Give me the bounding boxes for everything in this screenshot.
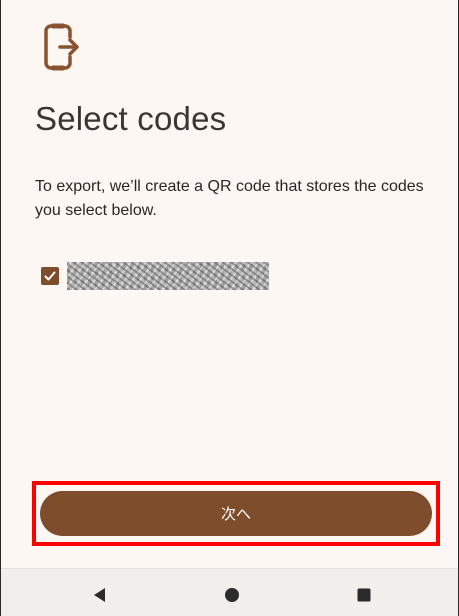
export-phone-icon [44,23,79,71]
checkmark-icon [44,271,56,281]
back-triangle-icon[interactable] [89,585,109,605]
next-button[interactable]: 次へ [40,491,432,536]
code-list-item[interactable] [41,262,269,290]
code-label-redacted [67,262,269,290]
page-title: Select codes [35,100,227,137]
system-nav-bar [1,568,458,616]
recents-square-icon[interactable] [354,585,374,605]
home-circle-icon[interactable] [222,585,242,605]
page-description: To export, we’ll create a QR code that s… [35,178,424,219]
export-screen: Select codes To export, we’ll create a Q… [0,0,459,616]
code-checkbox[interactable] [41,267,59,285]
